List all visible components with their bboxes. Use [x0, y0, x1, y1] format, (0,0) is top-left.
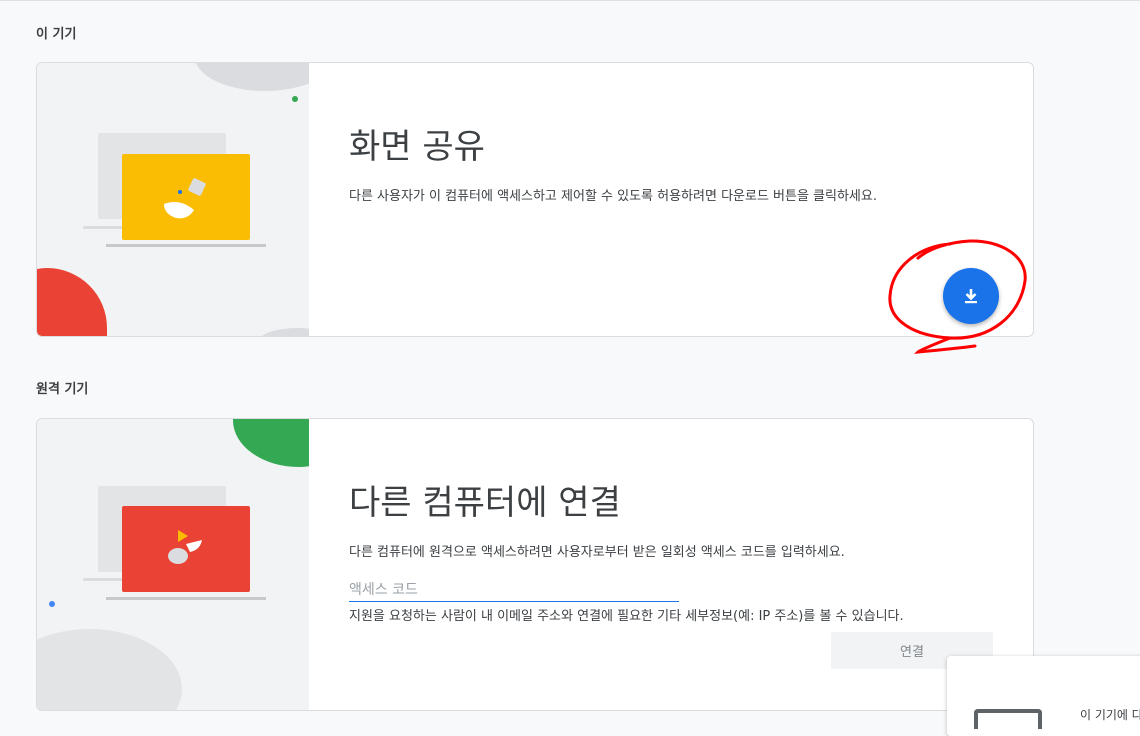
computer-icon — [974, 709, 1042, 729]
download-icon — [965, 289, 977, 304]
connect-illustration — [37, 419, 309, 710]
laptop-base — [106, 597, 266, 600]
section-label-remote-device: 원격 기기 — [36, 382, 89, 397]
host-toast: 이 기기에 다 — [947, 656, 1140, 736]
yellow-screen-panel — [122, 154, 250, 240]
gray-blob-large — [37, 629, 182, 710]
screen-share-card: 화면 공유 다른 사용자가 이 컴퓨터에 액세스하고 제어할 수 있도록 허용하… — [36, 62, 1034, 337]
toast-text: 이 기기에 다 — [1080, 708, 1140, 722]
red-blob — [37, 268, 107, 336]
green-dot — [292, 96, 298, 102]
blue-dot — [49, 601, 55, 607]
top-divider — [0, 0, 1140, 1]
red-screen-panel — [122, 506, 250, 592]
connect-card: 다른 컴퓨터에 연결 다른 컴퓨터에 원격으로 액세스하려면 사용자로부터 받은… — [36, 418, 1034, 711]
green-blob — [233, 419, 309, 467]
connect-content: 다른 컴퓨터에 연결 다른 컴퓨터에 원격으로 액세스하려면 사용자로부터 받은… — [349, 419, 1033, 710]
section-label-this-device: 이 기기 — [36, 27, 77, 42]
laptop-base — [106, 244, 266, 247]
share-figure-icon — [164, 178, 206, 219]
connect-description: 다른 컴퓨터에 원격으로 액세스하려면 사용자로부터 받은 일회성 액세스 코드… — [349, 545, 845, 560]
connect-figure-icon — [168, 530, 202, 564]
connect-title: 다른 컴퓨터에 연결 — [349, 483, 621, 523]
screen-share-title: 화면 공유 — [349, 127, 485, 167]
screen-share-description: 다른 사용자가 이 컴퓨터에 액세스하고 제어할 수 있도록 허용하려면 다운로… — [349, 189, 877, 204]
screen-share-illustration — [37, 63, 309, 336]
gray-blob-bottom — [257, 328, 309, 336]
privacy-notice: 지원을 요청하는 사람이 내 이메일 주소와 연결에 필요한 기타 세부정보(예… — [349, 609, 904, 624]
gray-blob — [195, 63, 309, 91]
screen-share-content: 화면 공유 다른 사용자가 이 컴퓨터에 액세스하고 제어할 수 있도록 허용하… — [349, 63, 1033, 336]
download-button[interactable] — [943, 268, 999, 324]
access-code-input[interactable] — [349, 579, 679, 602]
